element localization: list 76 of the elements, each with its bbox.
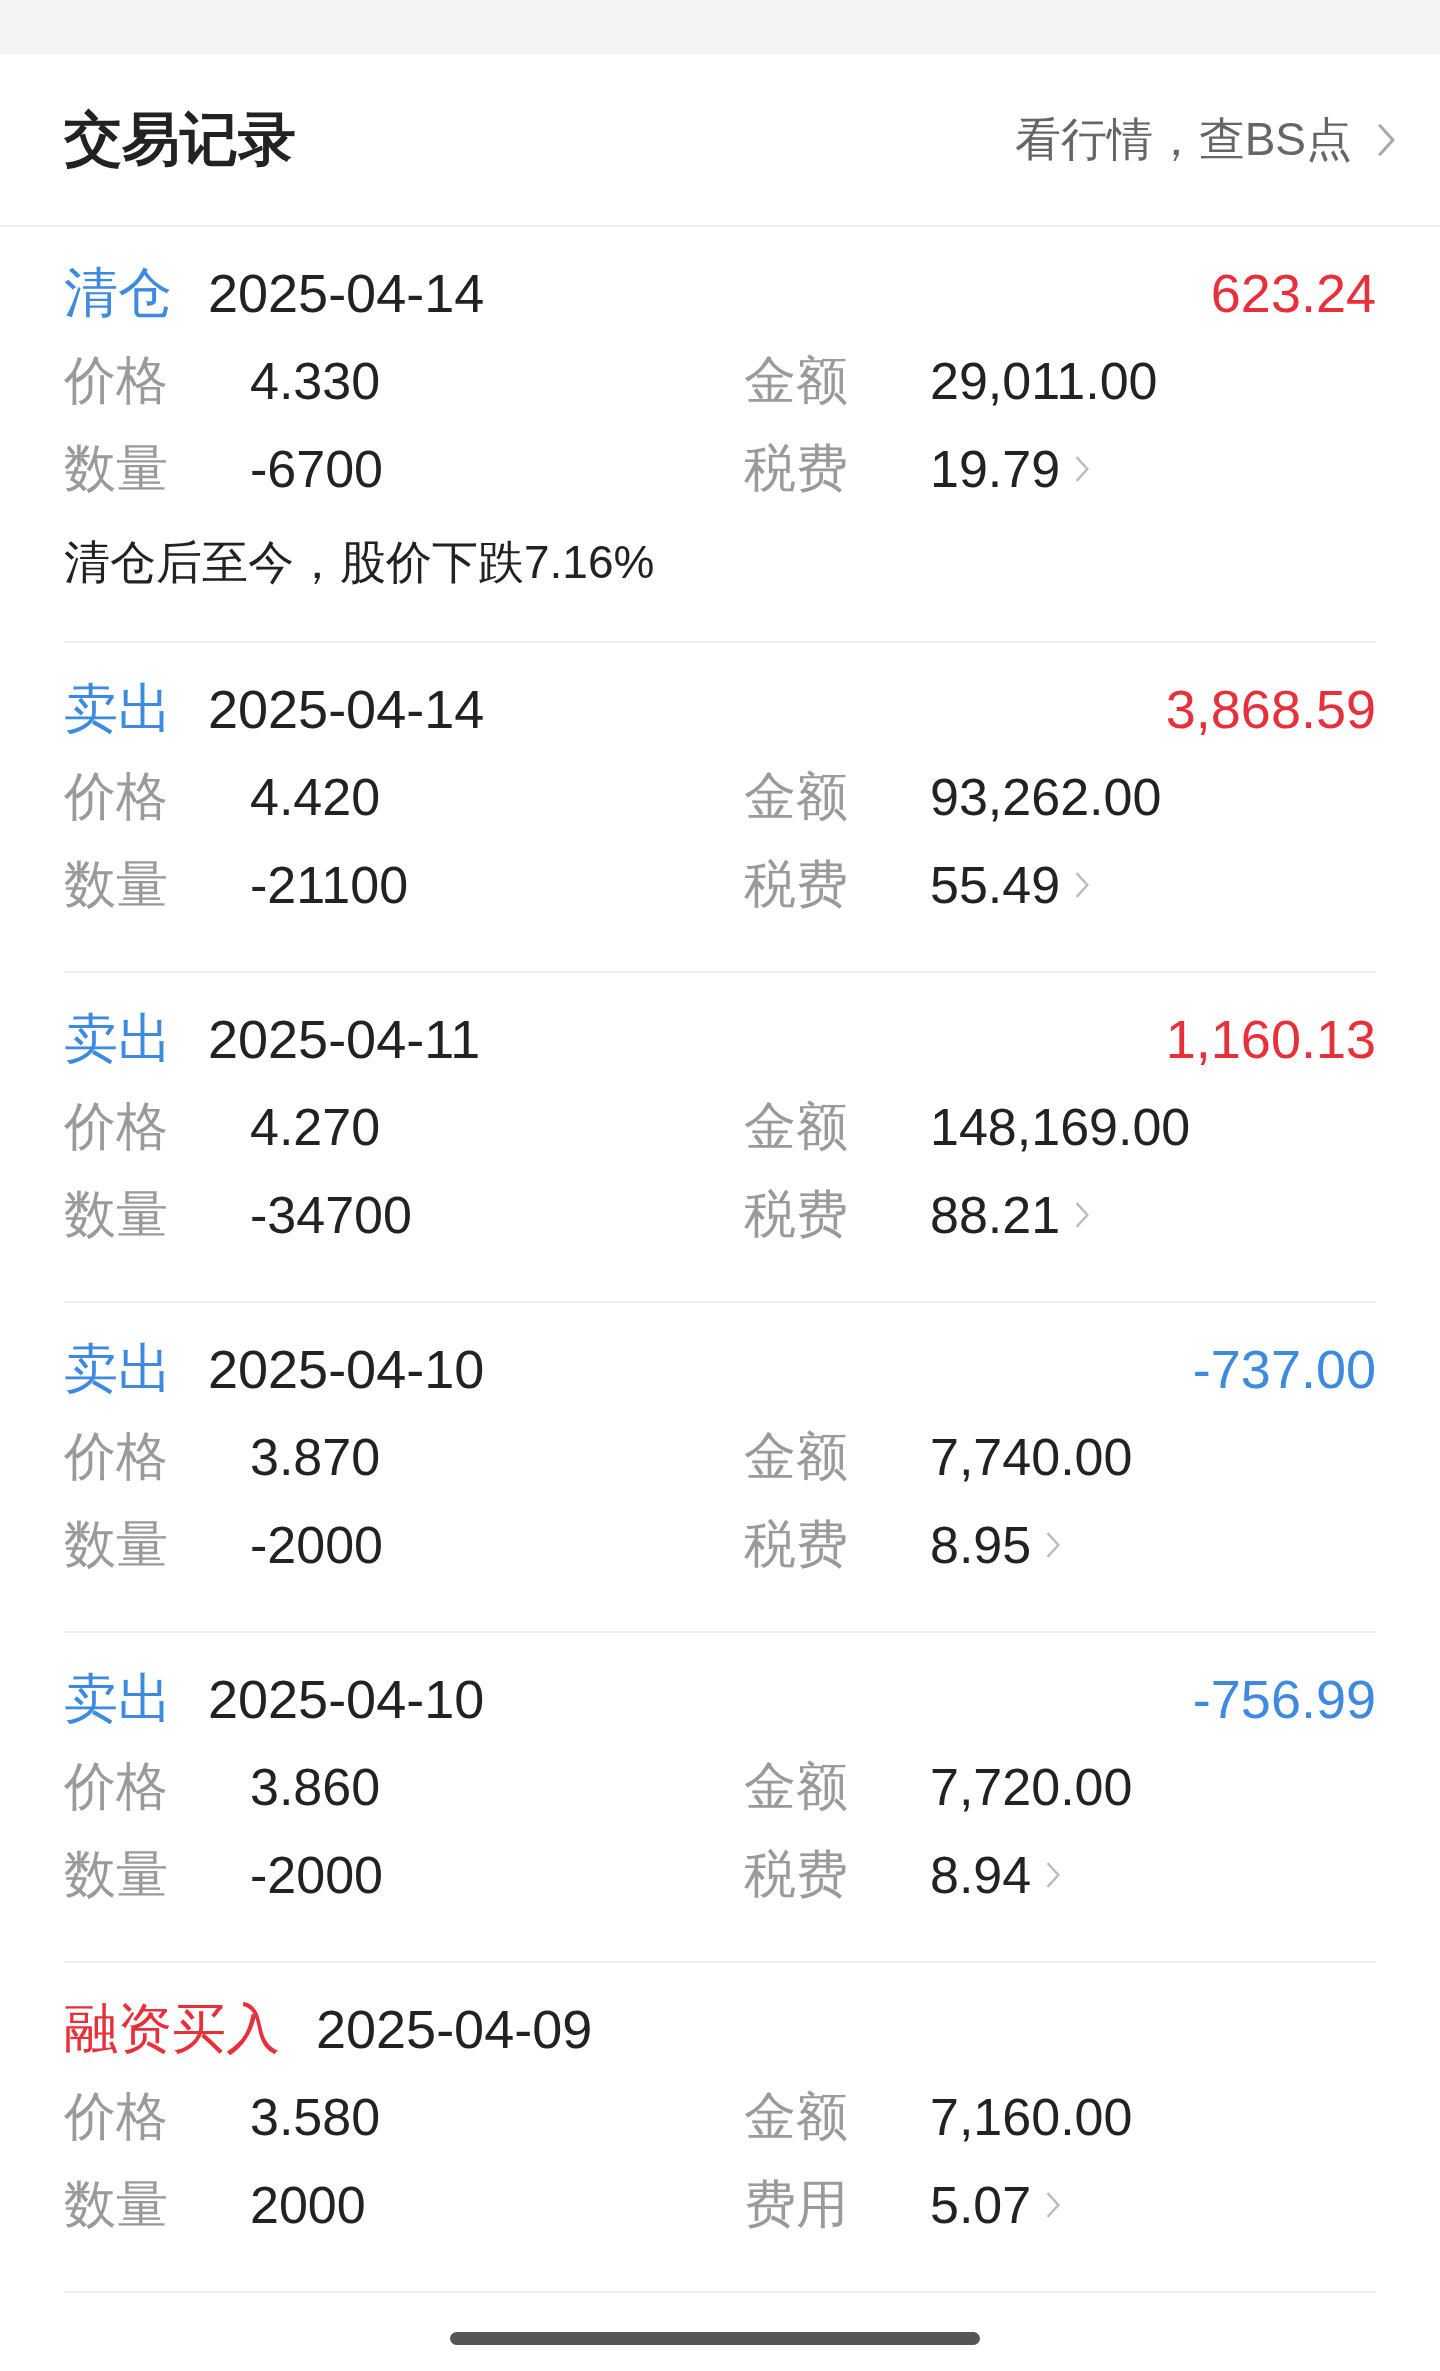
field-value: 4.330 xyxy=(250,351,381,411)
field-value: 8.94 xyxy=(930,1845,1032,1905)
trade-date: 2025-04-14 xyxy=(208,678,486,740)
field-label: 数量 xyxy=(64,1514,169,1575)
field-label: 税费 xyxy=(744,1184,849,1245)
field-value: 93,262.00 xyxy=(930,767,1162,827)
field-value: 55.49 xyxy=(930,855,1061,915)
field-value: 29,011.00 xyxy=(930,351,1158,411)
field-value: -6700 xyxy=(250,439,383,499)
chevron-right-icon[interactable] xyxy=(1045,1531,1062,1559)
field-label: 金额 xyxy=(744,1756,849,1817)
field-value: -34700 xyxy=(250,1185,412,1245)
field-value: 148,169.00 xyxy=(930,1097,1191,1157)
chevron-right-icon[interactable] xyxy=(1074,1201,1091,1229)
chevron-right-icon[interactable] xyxy=(1045,2191,1062,2219)
chevron-right-icon[interactable] xyxy=(1074,871,1091,899)
field-value: 3.580 xyxy=(250,2087,381,2147)
field-value: 7,720.00 xyxy=(930,1757,1133,1817)
field-label: 税费 xyxy=(744,854,849,915)
trade-date: 2025-04-09 xyxy=(316,1998,594,2060)
field-label: 价格 xyxy=(64,1096,169,1157)
field-value: 5.07 xyxy=(930,2175,1032,2235)
field-value: -21100 xyxy=(250,855,409,915)
field-label: 金额 xyxy=(744,350,849,411)
trade-date: 2025-04-10 xyxy=(208,1668,486,1730)
field-label: 数量 xyxy=(64,1184,169,1245)
field-label: 价格 xyxy=(64,2086,169,2147)
chevron-right-icon[interactable] xyxy=(1074,455,1091,483)
chevron-right-icon xyxy=(1376,122,1396,158)
field-value: 3.860 xyxy=(250,1757,381,1817)
field-value: 4.270 xyxy=(250,1097,381,1157)
trade-type: 卖出 xyxy=(64,1006,172,1070)
page-title: 交易记录 xyxy=(64,105,296,173)
field-label: 金额 xyxy=(744,2086,849,2147)
field-value: 3.870 xyxy=(250,1427,381,1487)
field-value: 88.21 xyxy=(930,1185,1061,1245)
profit-value: 623.24 xyxy=(1210,262,1376,324)
profit-value: 3,868.59 xyxy=(1165,678,1376,740)
profit-value: 1,160.13 xyxy=(1165,1008,1376,1070)
trade-type: 清仓 xyxy=(64,260,172,324)
trade-type: 卖出 xyxy=(64,1336,172,1400)
chevron-right-icon[interactable] xyxy=(1045,1861,1062,1889)
field-label: 费用 xyxy=(744,2174,849,2235)
trade-type: 融资买入 xyxy=(64,1996,280,2060)
note-text: 清仓后至今，股价下跌7.16% xyxy=(64,535,656,590)
field-label: 价格 xyxy=(64,766,169,827)
field-value: -2000 xyxy=(250,1845,383,1905)
field-label: 数量 xyxy=(64,854,169,915)
field-value: 7,740.00 xyxy=(930,1427,1133,1487)
trade-date: 2025-04-14 xyxy=(208,262,486,324)
field-label: 金额 xyxy=(744,1096,849,1157)
field-label: 税费 xyxy=(744,438,849,499)
field-label: 价格 xyxy=(64,1426,169,1487)
field-label: 税费 xyxy=(744,1514,849,1575)
trade-date: 2025-04-10 xyxy=(208,1338,486,1400)
trade-type: 卖出 xyxy=(64,1666,172,1730)
field-value: 7,160.00 xyxy=(930,2087,1133,2147)
profit-value: -756.99 xyxy=(1192,1668,1376,1730)
field-value: 2000 xyxy=(250,2175,366,2235)
trade-date: 2025-04-11 xyxy=(208,1008,482,1070)
field-label: 价格 xyxy=(64,1756,169,1817)
home-indicator[interactable] xyxy=(450,2332,980,2345)
field-label: 金额 xyxy=(744,766,849,827)
field-label: 价格 xyxy=(64,350,169,411)
profit-value: -737.00 xyxy=(1192,1338,1376,1400)
field-value: -2000 xyxy=(250,1515,383,1575)
field-value: 8.95 xyxy=(930,1515,1032,1575)
field-label: 数量 xyxy=(64,438,169,499)
field-label: 税费 xyxy=(744,1844,849,1905)
field-label: 数量 xyxy=(64,1844,169,1905)
field-value: 19.79 xyxy=(930,439,1061,499)
market-link[interactable]: 看行情，查BS点 xyxy=(1014,109,1396,171)
field-value: 4.420 xyxy=(250,767,381,827)
field-label: 数量 xyxy=(64,2174,169,2235)
trade-type: 卖出 xyxy=(64,676,172,740)
field-label: 金额 xyxy=(744,1426,849,1487)
